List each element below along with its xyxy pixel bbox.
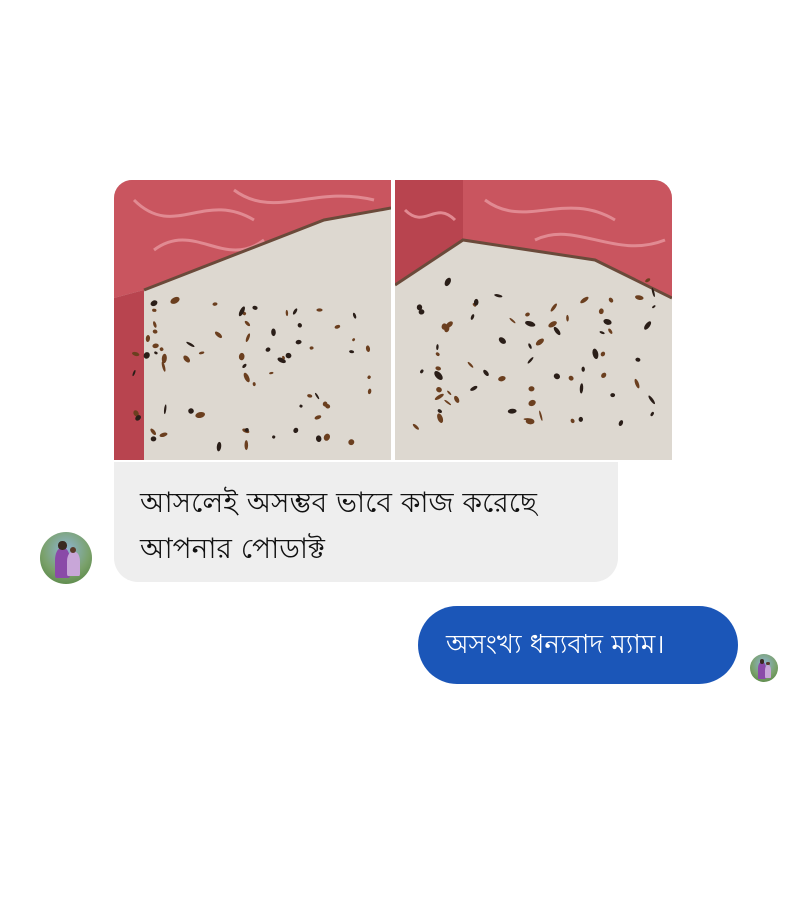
outgoing-message-bubble[interactable]: অসংখ্য ধন্যবাদ ম্যাম। [418,606,738,684]
incoming-message-bubble[interactable]: আসলেই অসম্ভব ভাবে কাজ করেছে আপনার পোডাক্… [114,462,618,582]
cockroach-speck [244,440,249,451]
cockroach-photo-1-icon [114,180,391,460]
read-receipt-avatar [750,654,778,682]
incoming-message-line-2: আপনার পোডাক্ট [140,532,325,565]
cockroach-speck [316,308,323,312]
sender-avatar[interactable] [40,532,92,584]
image-attachments [114,180,672,460]
attached-photo-2[interactable] [395,180,672,460]
attached-photo-1[interactable] [114,180,391,460]
chat-thread: আসলেই অসম্ভব ভাবে কাজ করেছে আপনার পোডাক্… [0,0,800,900]
cockroach-photo-2-icon [395,180,672,460]
incoming-message-line-1: আসলেই অসম্ভব ভাবে কাজ করেছে [140,486,537,519]
